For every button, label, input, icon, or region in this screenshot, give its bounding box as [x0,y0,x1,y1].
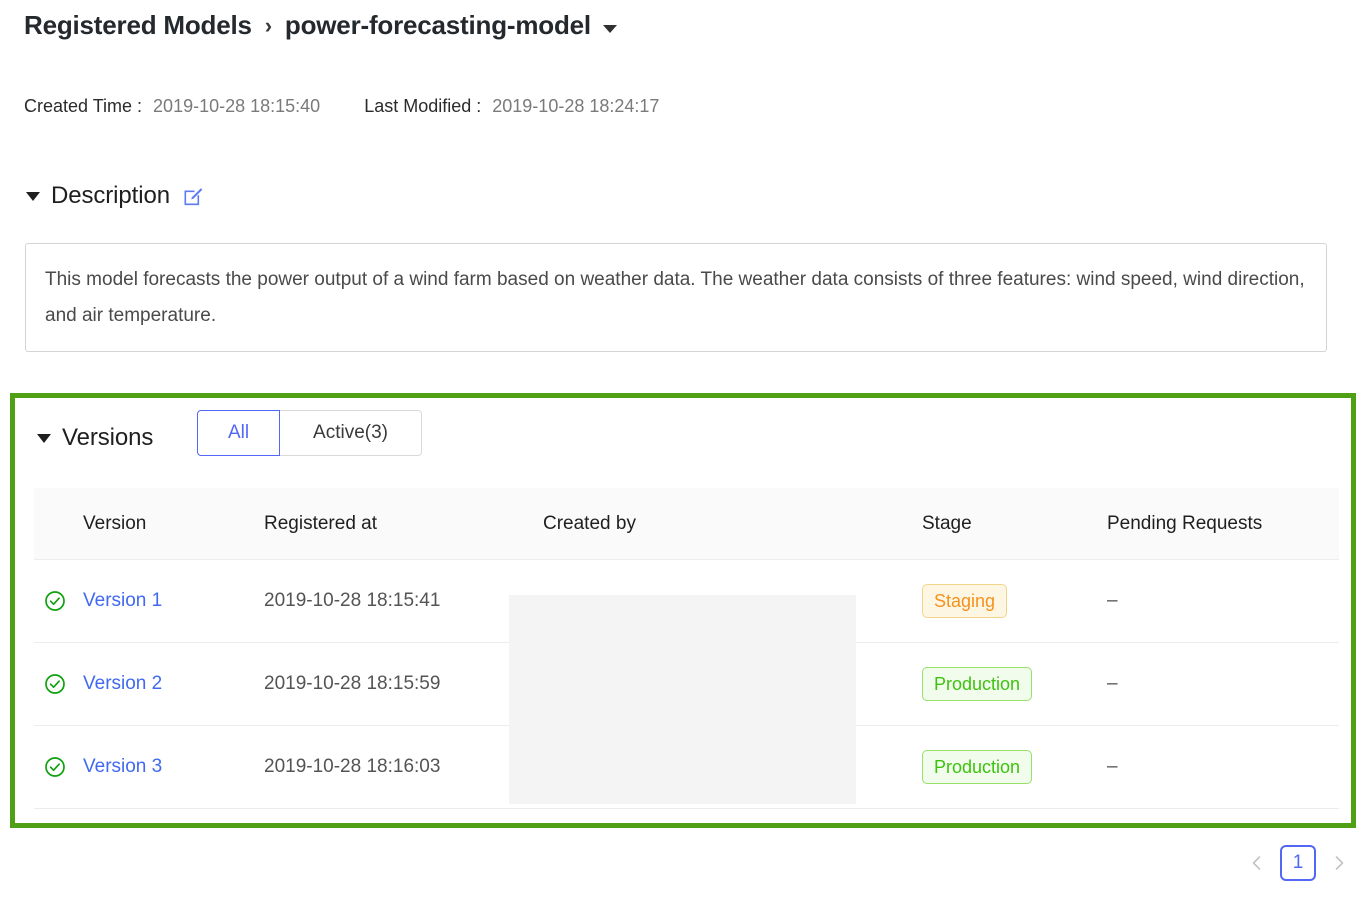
model-meta-row: Created Time : 2019-10-28 18:15:40 Last … [24,96,659,117]
table-row[interactable]: Version 2 2019-10-28 18:15:59 Production… [34,643,1339,726]
versions-title: Versions [62,424,153,452]
description-title: Description [51,182,170,210]
breadcrumb-separator: › [265,13,272,39]
column-header-registered-at: Registered at [216,513,494,535]
version-cell: Version 1 [76,590,216,612]
tab-active[interactable]: Active(3) [280,410,422,456]
breadcrumb-current-model: power-forecasting-model [285,10,591,41]
stage-cell: Production [874,667,1059,701]
description-box: This model forecasts the power output of… [25,243,1327,352]
chevron-right-icon[interactable] [1330,854,1348,872]
check-circle-icon [34,590,76,612]
table-row[interactable]: Version 1 2019-10-28 18:15:41 Staging – [34,560,1339,643]
check-circle-icon [34,756,76,778]
pending-requests-cell: – [1059,673,1339,695]
triangle-down-icon[interactable] [26,192,40,201]
column-header-created-by: Created by [494,513,874,535]
pending-requests-cell: – [1059,756,1339,778]
last-modified-value: 2019-10-28 18:24:17 [492,96,659,117]
created-time-value: 2019-10-28 18:15:40 [153,96,320,117]
pagination-page-1[interactable]: 1 [1280,845,1316,881]
edit-pencil-icon[interactable] [182,186,204,208]
pending-requests-cell: – [1059,590,1339,612]
version-link[interactable]: Version 2 [83,673,162,694]
pagination: 1 [1248,845,1348,881]
column-header-version: Version [76,513,216,535]
stage-cell: Production [874,750,1059,784]
column-header-pending-requests: Pending Requests [1059,513,1339,535]
table-header-row: Version Registered at Created by Stage P… [34,488,1339,560]
registered-at-cell: 2019-10-28 18:15:59 [216,673,494,695]
version-cell: Version 3 [76,756,216,778]
description-text: This model forecasts the power output of… [45,262,1307,334]
versions-table: Version Registered at Created by Stage P… [34,488,1339,809]
column-header-stage: Stage [874,513,1059,535]
triangle-down-icon[interactable] [37,434,51,443]
caret-down-icon[interactable] [603,25,617,33]
status-badge: Staging [922,584,1007,618]
registered-at-cell: 2019-10-28 18:15:41 [216,590,494,612]
version-link[interactable]: Version 3 [83,756,162,777]
status-badge: Production [922,750,1032,784]
tab-all[interactable]: All [197,410,280,456]
versions-section-header: Versions [37,424,153,452]
description-section-header: Description [26,182,204,210]
registered-at-cell: 2019-10-28 18:16:03 [216,756,494,778]
versions-panel: Versions All Active(3) Version Registere… [10,393,1356,828]
last-modified-label: Last Modified : [364,96,481,117]
breadcrumb-registered-models-link[interactable]: Registered Models [24,10,252,41]
version-cell: Version 2 [76,673,216,695]
status-badge: Production [922,667,1032,701]
stage-cell: Staging [874,584,1059,618]
versions-filter-tabs: All Active(3) [197,410,422,456]
created-time-label: Created Time : [24,96,142,117]
check-circle-icon [34,673,76,695]
table-row[interactable]: Version 3 2019-10-28 18:16:03 Production… [34,726,1339,809]
breadcrumb: Registered Models › power-forecasting-mo… [24,10,617,41]
chevron-left-icon[interactable] [1248,854,1266,872]
version-link[interactable]: Version 1 [83,590,162,611]
model-detail-page: Registered Models › power-forecasting-mo… [0,0,1366,902]
